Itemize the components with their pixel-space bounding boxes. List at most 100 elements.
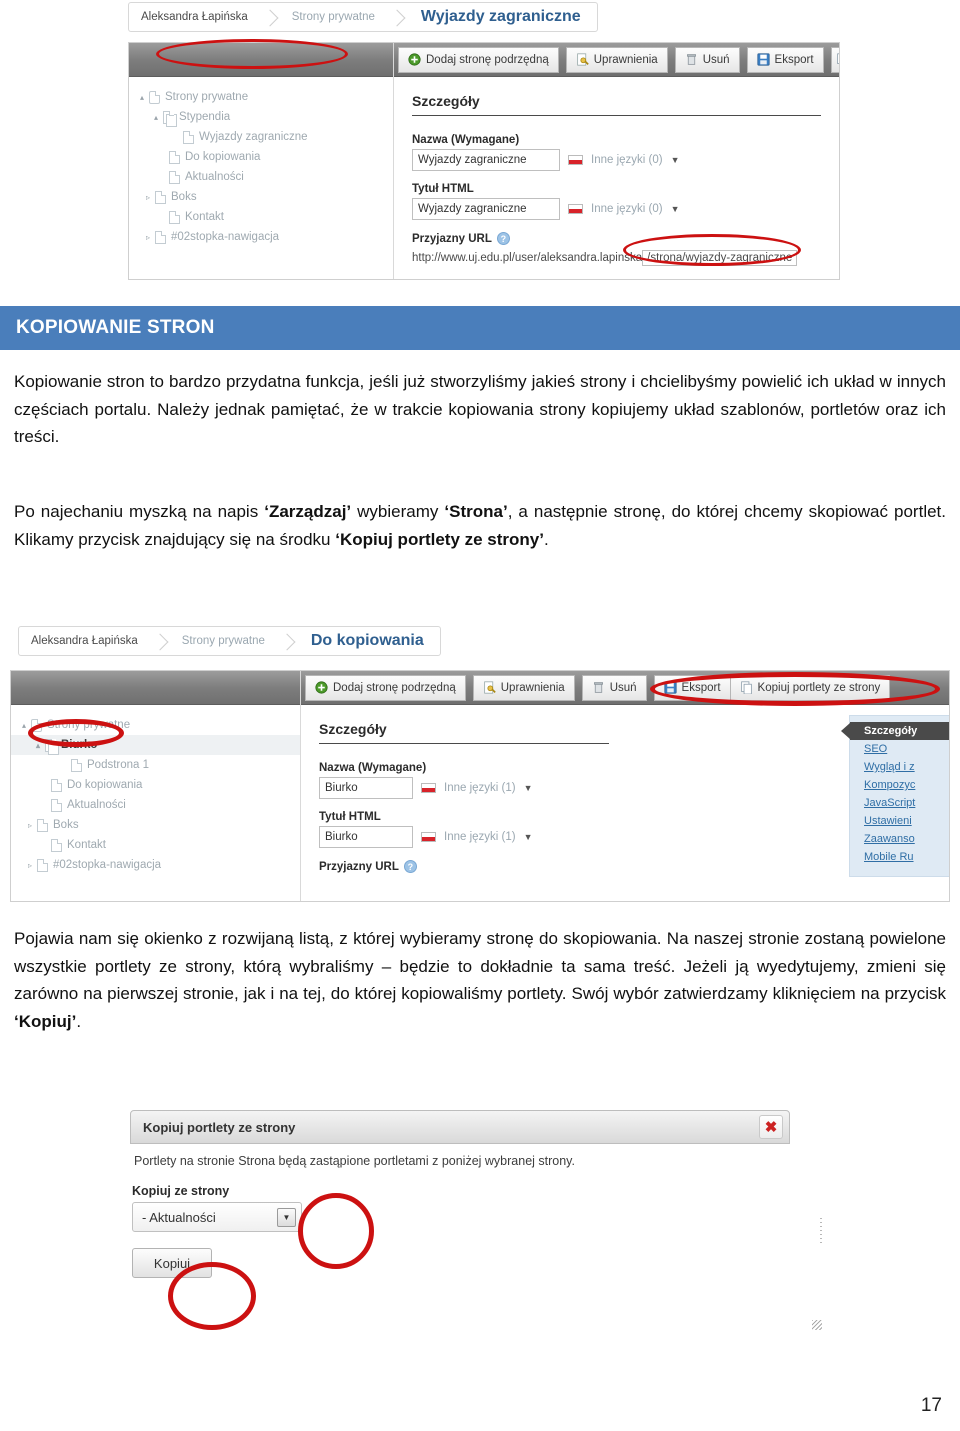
tree-item-label: Strony prywatne — [47, 719, 131, 731]
breadcrumb[interactable]: Aleksandra Łapińska Strony prywatne Do k… — [18, 626, 441, 656]
side-nav-item-active[interactable]: Szczegóły — [841, 722, 949, 740]
paragraph-text: . — [76, 1011, 82, 1031]
page-icon — [169, 150, 180, 164]
page-tree[interactable]: ▴ Strony prywatne ▴ Biurko Podstrona 1 D… — [11, 705, 300, 887]
emphasis-strona: ‘Strona’ — [444, 502, 508, 521]
breadcrumb-item-current: Do kopiowania — [310, 632, 424, 649]
breadcrumb[interactable]: Aleksandra Łapińska Strony prywatne Wyja… — [128, 2, 598, 32]
help-icon[interactable]: ? — [403, 860, 417, 873]
page-number: 17 — [920, 1395, 942, 1416]
help-icon[interactable]: ? — [496, 232, 510, 245]
side-nav-item-wyglad[interactable]: Wygląd i z — [850, 758, 949, 776]
friendly-url-input[interactable]: /strona/wyjazdy-zagraniczne — [642, 250, 798, 266]
chevron-down-icon[interactable]: ▼ — [277, 1207, 296, 1227]
tree-item[interactable]: ▹ #02stopka-nawigacja — [129, 227, 393, 247]
stack-page-icon — [163, 110, 177, 127]
breadcrumb-item-user[interactable]: Aleksandra Łapińska — [129, 3, 264, 31]
copy-portlets-button-clipped[interactable] — [830, 46, 839, 73]
side-nav-item-javascript[interactable]: JavaScript — [850, 794, 949, 812]
side-nav-item-zaawansowane[interactable]: Zaawanso — [850, 830, 949, 848]
tree-item-selected[interactable]: ▴ Biurko — [11, 735, 300, 755]
dialog-message: Portlety na stronie Strona będą zastąpio… — [134, 1154, 575, 1168]
twisty-icon[interactable]: ▹ — [23, 821, 37, 830]
page-toolbar: Dodaj stronę podrzędną Uprawnienia Usuń … — [394, 43, 839, 77]
flag-pl-icon — [568, 204, 583, 214]
side-nav-item-ustawienia[interactable]: Ustawieni — [850, 812, 949, 830]
copy-button[interactable]: Kopiuj — [132, 1248, 212, 1278]
other-languages-label[interactable]: Inne języki (1) — [444, 831, 516, 843]
chevron-down-icon[interactable]: ▼ — [524, 832, 533, 842]
tree-item[interactable]: Aktualności — [129, 167, 393, 187]
side-nav-item-kompozycja[interactable]: Kompozyc — [850, 776, 949, 794]
twisty-icon[interactable]: ▹ — [23, 861, 37, 870]
tree-item[interactable]: ▹ Boks — [11, 815, 300, 835]
twisty-icon[interactable]: ▹ — [141, 193, 155, 202]
add-child-page-button[interactable]: Dodaj stronę podrzędną — [305, 674, 466, 701]
screenshot-page-details-do-kopiowania: Aleksandra Łapińska Strony prywatne Do k… — [10, 626, 950, 902]
button-label: Usuń — [609, 681, 637, 694]
tree-item[interactable]: ▹ Boks — [129, 187, 393, 207]
tree-item-label: Stypendia — [179, 111, 231, 123]
tree-item[interactable]: Do kopiowania — [11, 775, 300, 795]
page-tree[interactable]: ▴ Strony prywatne ▴ Stypendia Wyjazdy za… — [129, 77, 393, 259]
paragraph-text: Po najechaniu myszką na napis — [14, 502, 265, 521]
twisty-icon[interactable]: ▴ — [149, 113, 163, 122]
html-title-input[interactable]: Wyjazdy zagraniczne — [412, 198, 560, 220]
details-side-nav[interactable]: Szczegóły SEO Wygląd i z Kompozyc JavaSc… — [841, 715, 949, 877]
name-input[interactable]: Wyjazdy zagraniczne — [412, 149, 560, 171]
paragraph-text: Kopiowanie stron to bardzo przydatna fun… — [14, 372, 946, 447]
tree-item[interactable]: Aktualności — [11, 795, 300, 815]
trash-icon — [593, 682, 603, 693]
tree-item[interactable]: Wyjazdy zagraniczne — [129, 127, 393, 147]
permissions-button[interactable]: Uprawnienia — [472, 674, 575, 701]
html-title-input[interactable]: Biurko — [319, 826, 413, 848]
tree-item[interactable]: ▴ Stypendia — [129, 107, 393, 127]
dialog-resize-handle[interactable] — [812, 1320, 822, 1330]
friendly-url-label: Przyjazny URL — [319, 860, 399, 873]
paragraph-text: Pojawia nam się okienko z rozwijaną list… — [14, 929, 946, 1004]
copy-from-page-select[interactable]: - Aktualności ▼ — [132, 1202, 302, 1232]
trash-icon — [686, 54, 696, 65]
dialog-drag-dots[interactable] — [820, 1218, 822, 1244]
tree-item[interactable]: ▹ #02stopka-nawigacja — [11, 855, 300, 875]
breadcrumb-item-section[interactable]: Strony prywatne — [170, 627, 281, 655]
other-languages-label[interactable]: Inne języki (0) — [591, 203, 663, 215]
permissions-button[interactable]: Uprawnienia — [565, 46, 668, 73]
page-icon — [155, 230, 166, 244]
chevron-down-icon[interactable]: ▼ — [524, 783, 533, 793]
side-nav-item-seo[interactable]: SEO — [850, 740, 949, 758]
button-label: Uprawnienia — [500, 681, 565, 694]
tree-item[interactable]: Podstrona 1 — [11, 755, 300, 775]
other-languages-label[interactable]: Inne języki (0) — [591, 154, 663, 166]
add-child-page-button[interactable]: Dodaj stronę podrzędną — [398, 46, 559, 73]
tree-item-label: Aktualności — [185, 171, 244, 183]
friendly-url-prefix-clipped — [319, 878, 322, 890]
chevron-down-icon[interactable]: ▼ — [671, 204, 680, 214]
button-label: Eksport — [774, 53, 814, 66]
delete-button[interactable]: Usuń — [581, 674, 647, 701]
tree-toolbar-strip — [129, 43, 393, 77]
breadcrumb-item-user[interactable]: Aleksandra Łapińska — [19, 627, 154, 655]
tree-item[interactable]: ▴ Strony prywatne — [11, 715, 300, 735]
twisty-icon[interactable]: ▴ — [135, 93, 149, 102]
close-icon[interactable]: ✖ — [759, 1115, 783, 1139]
export-button[interactable]: Eksport — [653, 674, 731, 701]
other-languages-label[interactable]: Inne języki (1) — [444, 782, 516, 794]
tree-item[interactable]: Do kopiowania — [129, 147, 393, 167]
tree-item[interactable]: Kontakt — [129, 207, 393, 227]
twisty-icon[interactable]: ▹ — [141, 233, 155, 242]
copy-portlets-from-page-button[interactable]: Kopiuj portlety ze strony — [730, 674, 891, 701]
export-button[interactable]: Eksport — [746, 46, 824, 73]
tree-item[interactable]: Kontakt — [11, 835, 300, 855]
name-input[interactable]: Biurko — [319, 777, 413, 799]
breadcrumb-item-section[interactable]: Strony prywatne — [280, 3, 391, 31]
side-nav-item-mobile-rules[interactable]: Mobile Ru — [850, 848, 949, 866]
twisty-icon[interactable]: ▴ — [31, 741, 45, 750]
twisty-icon[interactable]: ▴ — [17, 721, 31, 730]
delete-button[interactable]: Usuń — [674, 46, 740, 73]
button-label: Dodaj stronę podrzędną — [426, 53, 549, 66]
chevron-down-icon[interactable]: ▼ — [671, 155, 680, 165]
emphasis-kopiuj-portlety: ‘Kopiuj portlety ze strony’ — [335, 529, 544, 549]
tree-item[interactable]: ▴ Strony prywatne — [129, 87, 393, 107]
page-details-column: Dodaj stronę podrzędną Uprawnienia Usuń … — [301, 671, 949, 901]
